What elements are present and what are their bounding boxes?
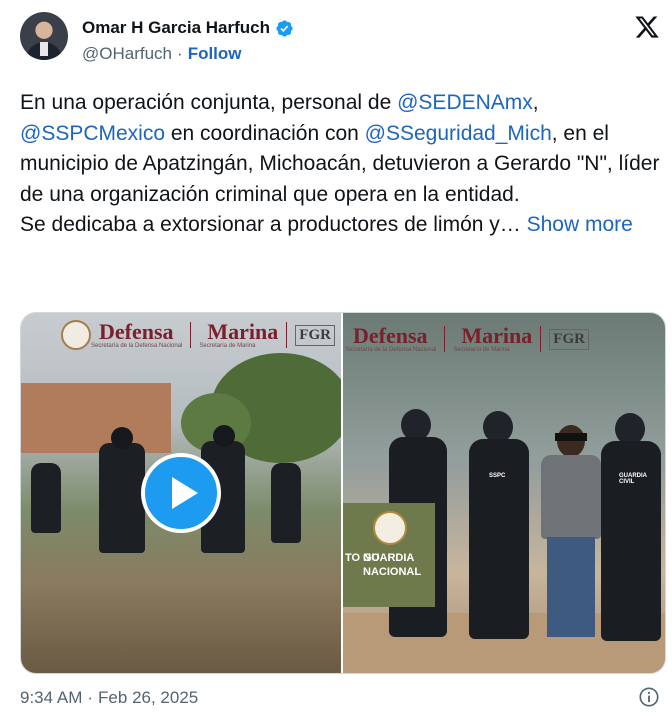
- detainee-blindfold: [555, 433, 587, 441]
- author-name-row: Omar H Garcia Harfuch: [82, 18, 294, 38]
- logo-divider: [190, 322, 192, 348]
- tweet-text: En una operación conjunta, personal de @…: [20, 88, 660, 241]
- follow-button[interactable]: Follow: [188, 44, 242, 64]
- mexico-seal-icon: [61, 320, 91, 350]
- agent-head: [111, 427, 133, 449]
- fgr-logo: FGR: [549, 328, 589, 350]
- fgr-logo: FGR: [295, 324, 335, 346]
- defensa-logo-subtitle: Secretaría de la Defensa Nacional: [91, 343, 183, 349]
- mention-sspc[interactable]: @SSPCMexico: [20, 122, 165, 145]
- play-icon: [171, 477, 198, 509]
- marina-logo: Marina Secretaría de Marina: [453, 323, 533, 354]
- defensa-logo-text: Defensa: [99, 319, 174, 344]
- tweet-text-part: En una operación conjunta, personal de: [20, 91, 398, 114]
- guardia-seal-icon: [373, 511, 407, 545]
- handle-row: @OHarfuch · Follow: [82, 44, 242, 64]
- logo-divider: [286, 322, 288, 348]
- tweet-time[interactable]: 9:34 AM: [20, 688, 82, 708]
- detainee-shirt: [541, 455, 601, 539]
- logo-divider: [540, 326, 542, 352]
- logo-divider: [444, 326, 446, 352]
- tweet-text-part: ,: [532, 91, 539, 114]
- author-handle[interactable]: @OHarfuch: [82, 44, 172, 64]
- play-button[interactable]: [141, 453, 221, 533]
- photo-logo-bar: Defensa Secretaría de la Defensa Naciona…: [343, 317, 665, 361]
- mention-sseguridad[interactable]: @SSeguridad_Mich: [365, 122, 552, 145]
- video-logo-bar: Defensa Secretaría de la Defensa Naciona…: [21, 313, 341, 357]
- defensa-logo: Defensa Secretaría de la Defensa Naciona…: [345, 323, 437, 354]
- detainee-jeans: [547, 537, 595, 637]
- tweet-text-part: Se dedicaba a extorsionar a productores …: [20, 213, 521, 236]
- tweet-date[interactable]: Feb 26, 2025: [98, 688, 198, 708]
- marina-logo-text: Marina: [461, 323, 533, 348]
- agent-figure: [99, 443, 145, 553]
- verified-badge-icon: [276, 19, 293, 37]
- media-grid: Defensa Secretaría de la Defensa Naciona…: [20, 312, 666, 674]
- agent-head: [213, 425, 235, 447]
- detainee-head: [557, 425, 585, 457]
- photo-thumbnail[interactable]: Defensa Secretaría de la Defensa Naciona…: [343, 313, 665, 673]
- mention-sedena[interactable]: @SEDENAmx: [397, 91, 533, 114]
- x-logo-icon[interactable]: [634, 14, 660, 40]
- defensa-logo-subtitle: Secretaría de la Defensa Nacional: [345, 347, 437, 353]
- building: [21, 383, 171, 453]
- info-icon[interactable]: [638, 686, 660, 708]
- marina-logo-text: Marina: [207, 319, 279, 344]
- tweet-footer: 9:34 AM · Feb 26, 2025: [20, 686, 660, 710]
- handle-separator: ·: [177, 44, 183, 63]
- soldier-figure: [601, 441, 661, 641]
- agent-figure: [271, 463, 301, 543]
- avatar-collar: [40, 42, 48, 56]
- marina-logo: Marina Secretaría de Marina: [199, 319, 279, 350]
- banner-left-text: TO NO: [345, 552, 380, 564]
- vest-label-guardia: GUARDIA CIVIL: [619, 473, 647, 485]
- agent-figure: [31, 463, 61, 533]
- tweet-header: Omar H Garcia Harfuch @OHarfuch · Follow: [20, 12, 660, 72]
- vest-label-sspc: SSPC: [489, 473, 506, 479]
- author-name[interactable]: Omar H Garcia Harfuch: [82, 18, 270, 38]
- tweet-text-part: en coordinación con: [165, 121, 365, 145]
- footer-separator: ·: [87, 688, 94, 707]
- defensa-logo: Defensa Secretaría de la Defensa Naciona…: [91, 319, 183, 350]
- video-thumbnail[interactable]: Defensa Secretaría de la Defensa Naciona…: [21, 313, 341, 673]
- soldier-figure: [469, 439, 529, 639]
- defensa-logo-text: Defensa: [353, 323, 428, 348]
- show-more-link[interactable]: Show more: [527, 213, 633, 236]
- avatar[interactable]: [20, 12, 68, 60]
